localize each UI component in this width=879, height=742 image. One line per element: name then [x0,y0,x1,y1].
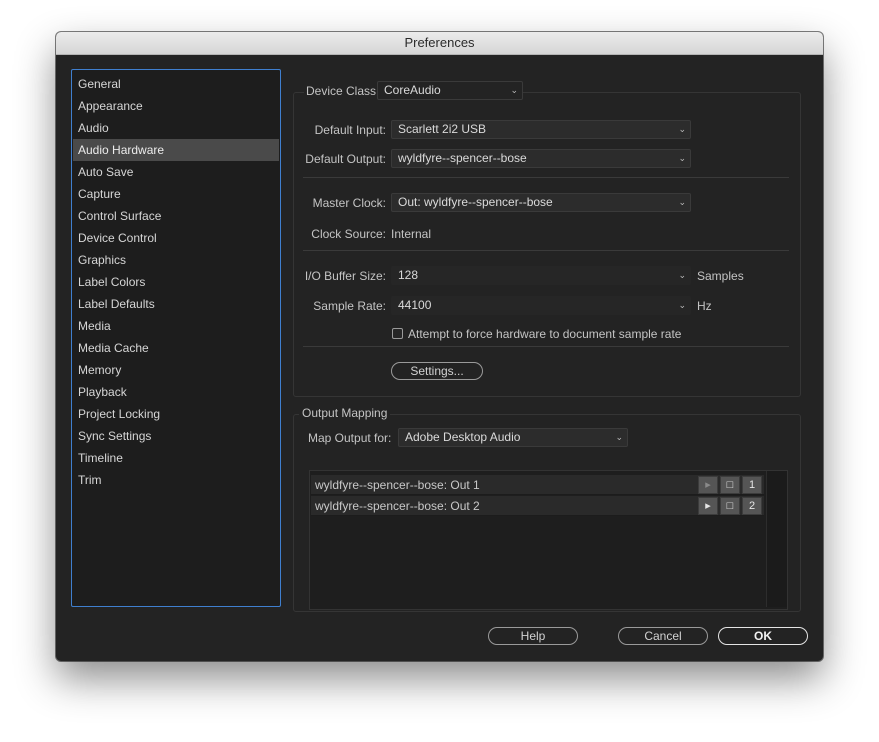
speaker-icon[interactable]: ▸ [698,476,718,494]
sidebar-item-playback[interactable]: Playback [73,381,279,403]
clock-source-value: Internal [391,227,432,241]
default-output-label: Default Output: [305,152,386,166]
chevron-down-icon: ⌄ [678,124,686,134]
sidebar-item-media[interactable]: Media [73,315,279,337]
buffer-size-dropdown[interactable]: 128 ⌄ [391,266,691,285]
output-mapping-list[interactable]: wyldfyre--spencer--bose: Out 1 ▸ □ 1 wyl… [309,470,788,610]
device-class-dropdown[interactable]: CoreAudio ⌄ [377,81,523,100]
category-sidebar[interactable]: General Appearance Audio Audio Hardware … [71,69,281,607]
chevron-down-icon: ⌄ [510,85,518,95]
help-button[interactable]: Help [488,627,578,645]
master-clock-label: Master Clock: [312,196,386,210]
device-class-label: Device Class: [304,84,382,98]
default-input-label: Default Input: [314,123,386,137]
mapping-row-name: wyldfyre--spencer--bose: Out 2 [315,499,480,513]
mapping-row-name: wyldfyre--spencer--bose: Out 1 [315,478,480,492]
sample-rate-unit-label: Hz [697,299,712,313]
sidebar-item-media-cache[interactable]: Media Cache [73,337,279,359]
window-title: Preferences [56,32,823,55]
sample-rate-value: 44100 [398,298,432,312]
mono-to-stereo-icon[interactable]: □ [720,476,740,494]
master-clock-value: Out: wyldfyre--spencer--bose [398,195,553,209]
sample-rate-label: Sample Rate: [313,299,386,313]
buffer-size-value: 128 [398,268,419,282]
divider [303,177,789,178]
divider [303,250,789,251]
settings-button[interactable]: Settings... [391,362,483,380]
sidebar-item-control-surface[interactable]: Control Surface [73,205,279,227]
chevron-down-icon: ⌄ [678,300,686,310]
channel-cell[interactable]: 1 [742,476,762,494]
default-output-value: wyldfyre--spencer--bose [398,151,527,165]
output-mapping-title: Output Mapping [299,406,391,420]
buffer-unit-label: Samples [697,269,744,283]
sidebar-item-sync-settings[interactable]: Sync Settings [73,425,279,447]
sidebar-item-auto-save[interactable]: Auto Save [73,161,279,183]
sidebar-item-graphics[interactable]: Graphics [73,249,279,271]
chevron-down-icon: ⌄ [678,153,686,163]
channel-cell[interactable]: 2 [742,497,762,515]
sidebar-item-audio-hardware[interactable]: Audio Hardware [73,139,279,161]
default-input-value: Scarlett 2i2 USB [398,122,487,136]
clock-source-label: Clock Source: [311,227,386,241]
sidebar-item-label-defaults[interactable]: Label Defaults [73,293,279,315]
buffer-size-label: I/O Buffer Size: [304,269,386,283]
map-output-dropdown[interactable]: Adobe Desktop Audio ⌄ [398,428,628,447]
chevron-down-icon: ⌄ [678,270,686,280]
sidebar-item-appearance[interactable]: Appearance [73,95,279,117]
speaker-icon[interactable]: ▸ [698,497,718,515]
preferences-window: Preferences General Appearance Audio Aud… [56,32,823,661]
divider [303,346,789,347]
default-input-dropdown[interactable]: Scarlett 2i2 USB ⌄ [391,120,691,139]
sidebar-item-device-control[interactable]: Device Control [73,227,279,249]
sidebar-item-timeline[interactable]: Timeline [73,447,279,469]
default-output-dropdown[interactable]: wyldfyre--spencer--bose ⌄ [391,149,691,168]
map-output-label: Map Output for: [308,431,392,445]
chevron-down-icon: ⌄ [615,432,623,442]
force-sample-rate-checkbox[interactable] [392,328,403,339]
mono-to-stereo-icon[interactable]: □ [720,497,740,515]
force-sample-rate-label[interactable]: Attempt to force hardware to document sa… [408,327,681,341]
sidebar-item-capture[interactable]: Capture [73,183,279,205]
sidebar-item-label-colors[interactable]: Label Colors [73,271,279,293]
mapping-row[interactable]: wyldfyre--spencer--bose: Out 1 ▸ □ 1 [311,475,764,495]
sidebar-item-memory[interactable]: Memory [73,359,279,381]
sidebar-item-general[interactable]: General [73,73,279,95]
device-class-value: CoreAudio [384,83,441,97]
mapping-scrollbar[interactable] [766,471,787,607]
mapping-row[interactable]: wyldfyre--spencer--bose: Out 2 ▸ □ 2 [311,496,764,516]
sample-rate-dropdown[interactable]: 44100 ⌄ [391,296,691,315]
ok-button[interactable]: OK [718,627,808,645]
sidebar-item-trim[interactable]: Trim [73,469,279,491]
cancel-button[interactable]: Cancel [618,627,708,645]
sidebar-item-project-locking[interactable]: Project Locking [73,403,279,425]
map-output-value: Adobe Desktop Audio [405,430,521,444]
master-clock-dropdown[interactable]: Out: wyldfyre--spencer--bose ⌄ [391,193,691,212]
sidebar-item-audio[interactable]: Audio [73,117,279,139]
chevron-down-icon: ⌄ [678,197,686,207]
